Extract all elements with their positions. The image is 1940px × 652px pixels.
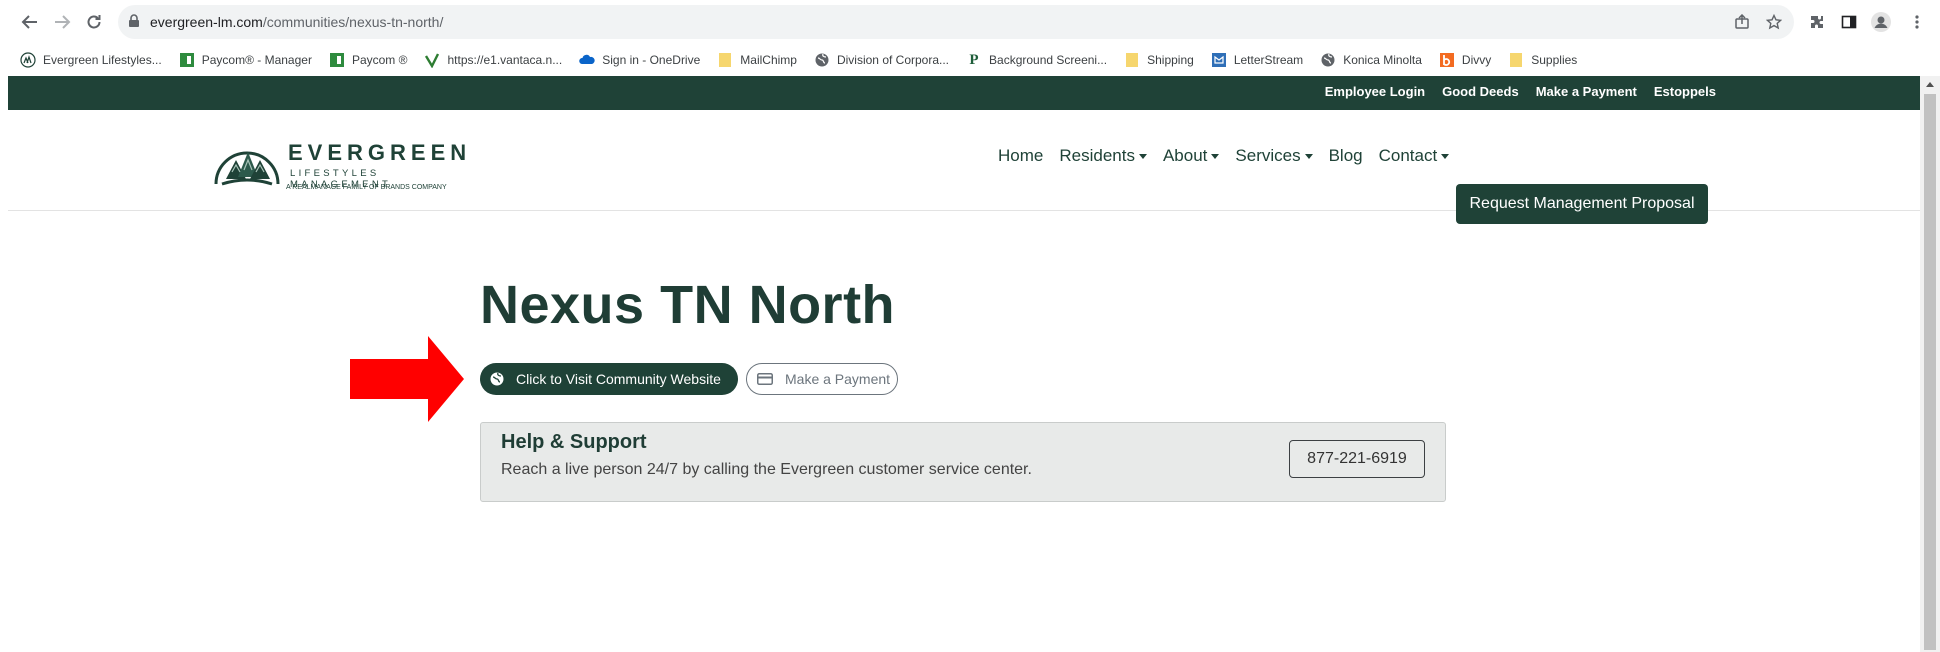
evergreen-logo[interactable]: EVERGREEN LIFESTYLES MANAGEMENT A REALMA…: [212, 132, 472, 191]
bookmark-item[interactable]: MailChimp: [717, 52, 797, 68]
onedrive-icon: [579, 52, 595, 68]
bookmark-item[interactable]: Paycom ®: [329, 52, 407, 68]
p-icon: P: [969, 51, 979, 68]
profile-icon[interactable]: [1870, 11, 1892, 33]
bookmark-item[interactable]: Shipping: [1124, 52, 1194, 68]
bookmark-item[interactable]: LetterStream: [1211, 52, 1303, 68]
scrollbar-thumb[interactable]: [1924, 94, 1936, 650]
divvy-icon: [1439, 52, 1455, 68]
red-arrow-annotation: [350, 336, 464, 422]
employee-login-link[interactable]: Employee Login: [1325, 84, 1425, 99]
caret-down-icon: [1304, 154, 1313, 159]
bookmark-item[interactable]: Evergreen Lifestyles...: [20, 52, 162, 68]
good-deeds-link[interactable]: Good Deeds: [1442, 84, 1519, 99]
bookmark-item[interactable]: Paycom® - Manager: [179, 52, 312, 68]
paycom-icon: [329, 52, 345, 68]
logo-tagline: A REALMANAGE FAMILY OF BRANDS COMPANY: [286, 184, 447, 191]
forward-icon[interactable]: [50, 10, 74, 34]
bookmark-item[interactable]: P Background Screeni...: [966, 52, 1107, 68]
visit-community-website-button[interactable]: Click to Visit Community Website: [480, 363, 738, 395]
credit-card-icon: [757, 373, 773, 385]
bookmark-item[interactable]: https://e1.vantaca.n...: [424, 52, 562, 68]
menu-dots-icon[interactable]: [1906, 11, 1928, 33]
page-viewport: Employee Login Good Deeds Make a Payment…: [8, 76, 1920, 652]
extensions-icon[interactable]: [1806, 11, 1828, 33]
estoppels-link[interactable]: Estoppels: [1654, 84, 1716, 99]
evergreen-icon: [20, 52, 36, 68]
folder-icon: [717, 52, 733, 68]
nav-blog[interactable]: Blog: [1329, 146, 1363, 166]
help-support-description: Reach a live person 24/7 by calling the …: [501, 461, 1032, 478]
globe-icon: [1320, 52, 1336, 68]
caret-down-icon: [1441, 154, 1450, 159]
evergreen-logo-icon: [214, 151, 280, 186]
bookmarks-bar: Evergreen Lifestyles... Paycom® - Manage…: [0, 44, 1940, 76]
main-nav: Home Residents About Services Blog Conta…: [998, 146, 1465, 166]
folder-icon: [1124, 52, 1140, 68]
scroll-up-icon[interactable]: [1926, 82, 1934, 87]
help-support-card: Help & Support Reach a live person 24/7 …: [480, 422, 1446, 502]
bookmark-item[interactable]: Supplies: [1508, 52, 1577, 68]
nav-home[interactable]: Home: [998, 146, 1043, 166]
back-icon[interactable]: [18, 10, 42, 34]
reload-icon[interactable]: [82, 10, 106, 34]
phone-number-button[interactable]: 877-221-6919: [1289, 440, 1425, 478]
help-support-title: Help & Support: [501, 431, 647, 453]
address-bar[interactable]: evergreen-lm.com/communities/nexus-tn-no…: [118, 5, 1794, 39]
folder-icon: [1508, 52, 1524, 68]
caret-down-icon: [1138, 154, 1147, 159]
globe-icon: [490, 372, 504, 386]
letterstream-icon: [1211, 52, 1227, 68]
vertical-scrollbar[interactable]: [1920, 76, 1940, 652]
browser-toolbar: evergreen-lm.com/communities/nexus-tn-no…: [0, 0, 1940, 44]
bookmark-item[interactable]: Konica Minolta: [1320, 52, 1422, 68]
vantaca-icon: [424, 52, 440, 68]
star-icon[interactable]: [1764, 12, 1784, 32]
caret-down-icon: [1211, 154, 1220, 159]
nav-about[interactable]: About: [1163, 146, 1220, 166]
globe-icon: [814, 52, 830, 68]
utility-bar: Employee Login Good Deeds Make a Payment…: [8, 76, 1920, 110]
make-payment-button[interactable]: Make a Payment: [746, 363, 898, 395]
side-panel-icon[interactable]: [1838, 11, 1860, 33]
paycom-icon: [179, 52, 195, 68]
request-proposal-button[interactable]: Request Management Proposal: [1456, 184, 1708, 224]
nav-services[interactable]: Services: [1235, 146, 1313, 166]
share-icon[interactable]: [1732, 12, 1752, 32]
url-text: evergreen-lm.com/communities/nexus-tn-no…: [150, 14, 444, 30]
logo-wordmark: EVERGREEN: [288, 140, 472, 165]
page-title: Nexus TN North: [480, 275, 896, 335]
nav-contact[interactable]: Contact: [1379, 146, 1450, 166]
lock-icon: [128, 14, 140, 33]
make-a-payment-link[interactable]: Make a Payment: [1536, 84, 1637, 99]
bookmark-item[interactable]: Sign in - OneDrive: [579, 52, 700, 68]
nav-residents[interactable]: Residents: [1059, 146, 1147, 166]
bookmark-item[interactable]: Divvy: [1439, 52, 1491, 68]
bookmark-item[interactable]: Division of Corpora...: [814, 52, 949, 68]
